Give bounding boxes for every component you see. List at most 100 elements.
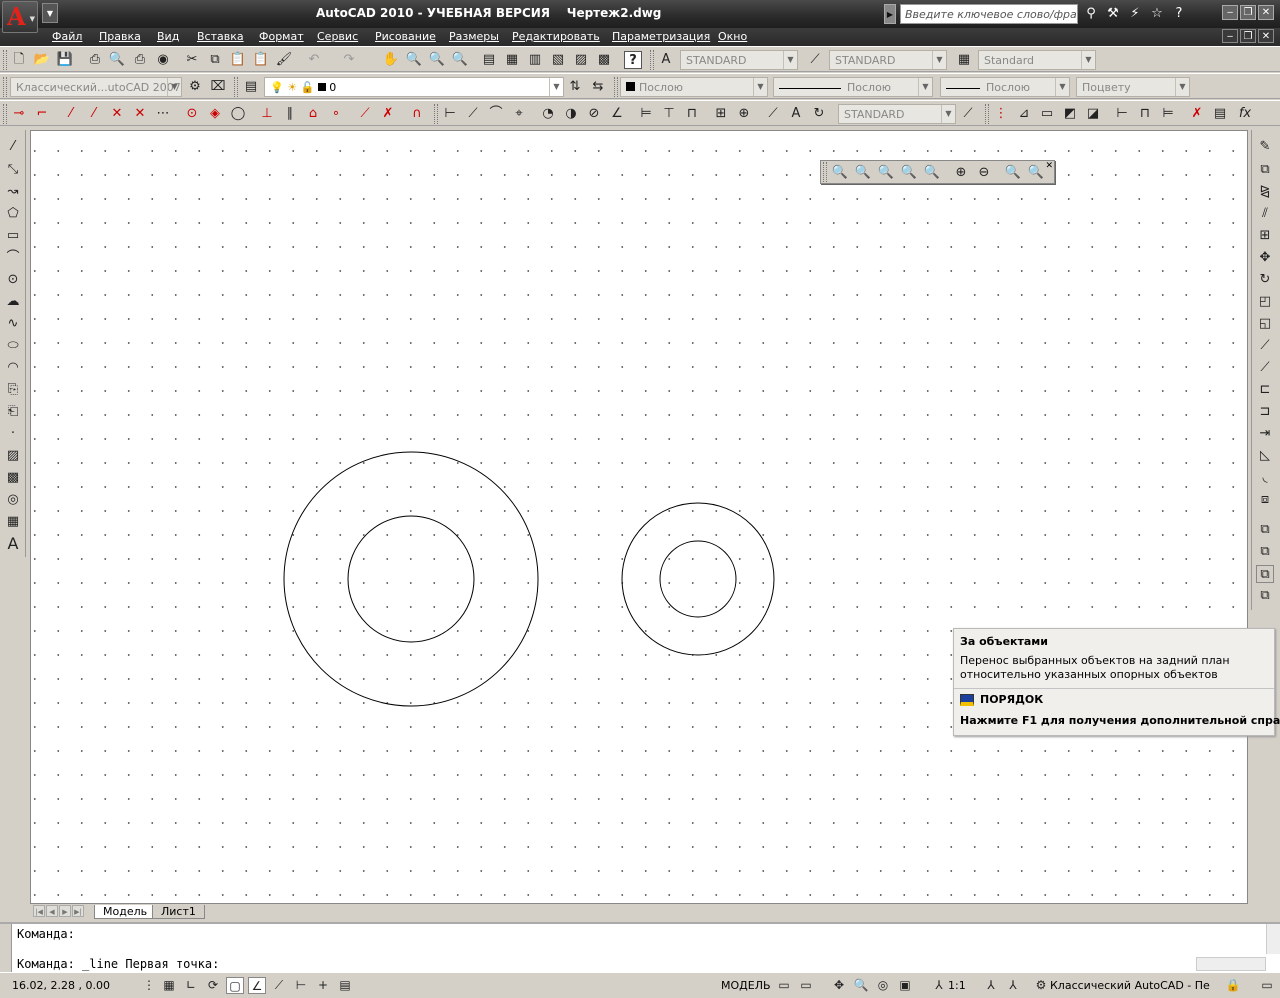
make-block-icon[interactable]: ⎗ <box>4 403 22 421</box>
zoom-in-icon[interactable]: ⊕ <box>952 164 970 182</box>
toolbar-grip[interactable] <box>3 104 7 124</box>
text-style-select[interactable]: STANDARD ▼ <box>680 50 798 70</box>
geometric-constraint-icon[interactable]: ⊿ <box>1015 105 1033 123</box>
annotation-visibility-icon[interactable]: ⅄ <box>982 977 1000 994</box>
erase-icon[interactable]: ✎ <box>1256 138 1274 156</box>
first-tab-icon[interactable]: |◀ <box>33 905 45 917</box>
chamfer-icon[interactable]: ◺ <box>1256 447 1274 465</box>
ellipse-arc-icon[interactable]: ◠ <box>4 359 22 377</box>
zoom-realtime-icon[interactable]: 🔍 <box>405 51 423 69</box>
offset-icon[interactable]: ⫽ <box>1256 205 1274 223</box>
zoom-window-icon[interactable]: 🔍 <box>428 51 446 69</box>
dim-constraint-aligned-icon[interactable]: ⊓ <box>1136 105 1154 123</box>
zoom-previous-icon[interactable]: 🔍 <box>451 51 469 69</box>
arc-icon[interactable]: ⌒ <box>4 249 22 267</box>
dynamic-input-icon[interactable]: + <box>314 977 332 994</box>
fx-icon[interactable]: fx <box>1236 105 1254 123</box>
coordinates-display[interactable]: 16.02, 2.28 , 0.00 <box>12 979 110 992</box>
layer-select[interactable]: 💡 ☀ 🔓 0 ▼ <box>264 77 564 97</box>
close-icon[interactable]: ✕ <box>1045 161 1053 171</box>
copy-icon[interactable]: ⧉ <box>206 51 224 69</box>
3d-dwf-icon[interactable]: ◉ <box>154 51 172 69</box>
dim-edit-icon[interactable]: ⟋ <box>764 105 782 123</box>
auto-constrain-icon[interactable]: ⋮ <box>992 105 1010 123</box>
menu-tools[interactable]: Сервис <box>317 30 358 43</box>
quick-view-layouts-icon[interactable]: ▭ <box>775 977 793 994</box>
zoom-center-icon[interactable]: 🔍 <box>900 164 918 182</box>
dim-style-manager-icon[interactable]: ⟋ <box>959 105 977 123</box>
multiline-text-icon[interactable]: A <box>4 535 22 553</box>
dim-constraint-show-icon[interactable]: ⊨ <box>1159 105 1177 123</box>
snap-from-icon[interactable]: ⌐ <box>33 105 51 123</box>
linetype-select[interactable]: Послою ▼ <box>773 77 933 97</box>
dim-style-select[interactable]: STANDARD ▼ <box>829 50 947 70</box>
hatch-icon[interactable]: ▨ <box>4 447 22 465</box>
object-snap-tracking-icon[interactable]: ⟋ <box>270 977 288 994</box>
parameters-manager-icon[interactable]: ▤ <box>1211 105 1229 123</box>
workspace-save-icon[interactable]: ⌧ <box>209 78 227 96</box>
snap-parallel-icon[interactable]: ∥ <box>281 105 299 123</box>
zoom-all-icon[interactable]: 🔍 <box>1004 164 1022 182</box>
zoom-scale-icon[interactable]: 🔍 <box>877 164 895 182</box>
menu-insert[interactable]: Вставка <box>197 30 244 43</box>
match-properties-icon[interactable]: 🖌 <box>275 51 293 69</box>
lineweight-select[interactable]: Послою ▼ <box>940 77 1070 97</box>
snap-intersection-icon[interactable]: ✕ <box>108 105 126 123</box>
object-snap-icon[interactable]: ∠ <box>248 977 266 994</box>
grid-display-icon[interactable]: ∟ <box>182 977 200 994</box>
drawing-circle-outer-right[interactable] <box>621 502 775 656</box>
table-style-select[interactable]: Standard ▼ <box>978 50 1096 70</box>
doc-restore-button[interactable]: ❐ <box>1240 29 1256 43</box>
move-icon[interactable]: ✥ <box>1256 249 1274 267</box>
zoom-icon[interactable]: 🔍 <box>852 977 870 994</box>
show-constraints-icon[interactable]: ◩ <box>1061 105 1079 123</box>
lock-icon[interactable]: 🔒 <box>1224 977 1242 994</box>
workspace-label[interactable]: Классический AutoCAD - Пере <box>1050 979 1210 992</box>
workspace-switching-icon[interactable]: ⚙ <box>1032 977 1050 994</box>
snap-apparent-intersection-icon[interactable]: ✕ <box>131 105 149 123</box>
next-tab-icon[interactable]: ▶ <box>59 905 71 917</box>
dim-arc-icon[interactable]: ⌒ <box>487 105 505 123</box>
pan-icon[interactable]: ✋ <box>382 51 400 69</box>
dim-style-select-2[interactable]: STANDARD ▼ <box>838 104 956 124</box>
stretch-icon[interactable]: ◱ <box>1256 315 1274 333</box>
menu-file[interactable]: Файл <box>52 30 82 43</box>
previous-tab-icon[interactable]: ◀ <box>46 905 58 917</box>
plotstyle-select[interactable]: Поцвету ▼ <box>1076 77 1190 97</box>
model-space-toggle[interactable]: МОДЕЛЬ <box>721 979 771 992</box>
spline-icon[interactable]: ∿ <box>4 315 22 333</box>
design-center-icon[interactable]: ▦ <box>503 51 521 69</box>
paste-special-icon[interactable]: 📋 <box>252 51 270 69</box>
workspace-settings-icon[interactable]: ⚙ <box>186 78 204 96</box>
color-select[interactable]: Послою ▼ <box>620 77 768 97</box>
quick-dim-icon[interactable]: ⊨ <box>637 105 655 123</box>
menu-window[interactable]: Окно <box>718 30 747 43</box>
menu-view[interactable]: Вид <box>157 30 179 43</box>
tolerance-icon[interactable]: ⊕ <box>735 105 753 123</box>
trim-icon[interactable]: ⟋ <box>1256 337 1274 355</box>
snap-center-icon[interactable]: ⊙ <box>183 105 201 123</box>
point-icon[interactable]: · <box>4 425 22 443</box>
save-icon[interactable]: 💾 <box>56 51 74 69</box>
dim-angular-icon[interactable]: ∠ <box>608 105 626 123</box>
dim-text-edit-icon[interactable]: A <box>787 105 805 123</box>
circle-icon[interactable]: ⊙ <box>4 271 22 289</box>
layer-manager-icon[interactable]: ▤ <box>242 78 260 96</box>
zoom-out-icon[interactable]: ⊖ <box>975 164 993 182</box>
array-icon[interactable]: ⊞ <box>1256 227 1274 245</box>
zoom-extents-icon[interactable]: 🔍 <box>1027 164 1045 182</box>
paste-icon[interactable]: 📋 <box>229 51 247 69</box>
snap-quadrant-icon[interactable]: ◈ <box>206 105 224 123</box>
quick-access-dropdown[interactable]: ▼ <box>42 3 58 23</box>
ellipse-icon[interactable]: ⬭ <box>4 337 22 355</box>
auto-scale-icon[interactable]: ⅄ <box>1004 977 1022 994</box>
annotation-scale-icon[interactable]: ⅄ <box>930 977 948 994</box>
rotate-icon[interactable]: ↻ <box>1256 271 1274 289</box>
break-at-point-icon[interactable]: ⊏ <box>1256 381 1274 399</box>
dim-style-icon[interactable]: ⟋ <box>806 51 824 69</box>
doc-minimize-button[interactable]: ‒ <box>1222 29 1238 43</box>
fillet-icon[interactable]: ◟ <box>1256 469 1274 487</box>
workspace-select[interactable]: Классический...utoCAD 2007 ▼ <box>10 77 182 97</box>
satellite-icon[interactable]: ⚡ <box>1126 5 1144 23</box>
constraint-bar-icon[interactable]: ▭ <box>1038 105 1056 123</box>
